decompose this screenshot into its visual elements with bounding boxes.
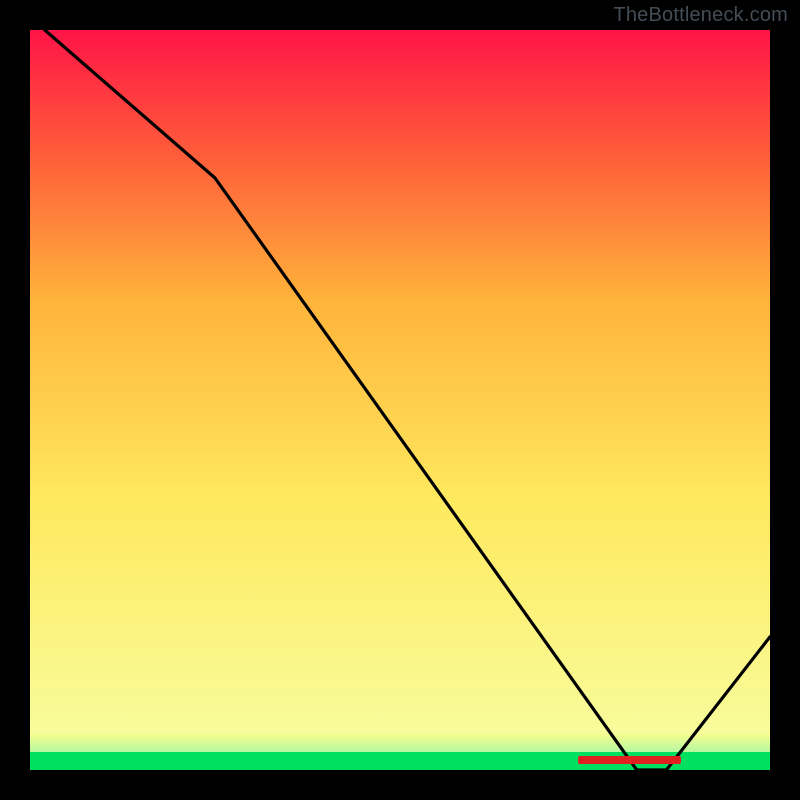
page-root: TheBottleneck.com <box>0 0 800 800</box>
watermark-text: TheBottleneck.com <box>613 4 788 27</box>
chart-frame <box>30 30 770 770</box>
chart-line-layer <box>30 30 770 770</box>
optimal-range-marker <box>578 756 682 764</box>
bottleneck-curve-line <box>45 30 770 770</box>
